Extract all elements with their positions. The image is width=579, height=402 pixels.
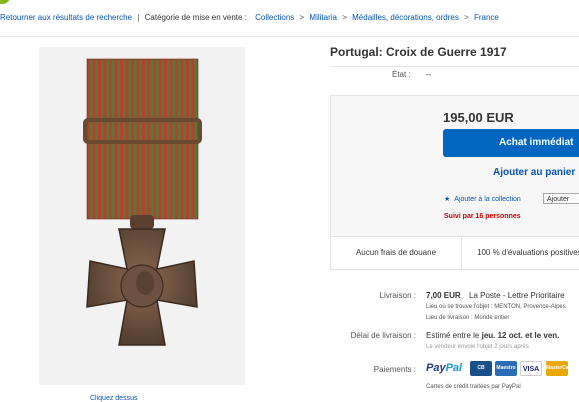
breadcrumb-item-france[interactable]: France [474, 13, 499, 22]
delivery-estimate-prefix: Estimé entre le [426, 331, 480, 340]
category-label: Catégorie de mise en vente : [144, 13, 247, 22]
payments-label: Paiements : [373, 365, 416, 374]
medal-image [39, 47, 245, 385]
product-photo[interactable] [39, 47, 245, 385]
chevron-separator: > [464, 13, 469, 22]
breadcrumb-separator: | [137, 13, 140, 22]
ribbon [87, 59, 198, 219]
back-to-results-link[interactable]: Retourner aux résultats de recherche [0, 13, 132, 22]
shipping-method: La Poste - Lettre Prioritaire [469, 291, 565, 300]
breadcrumb-item-medals[interactable]: Médailles, décorations, ordres [352, 13, 459, 22]
followers-count: Suivi par 16 personnes [444, 213, 521, 220]
thumbnail-caption[interactable]: Cliquez dessus [90, 395, 137, 402]
buy-box: 195,00 EUR Achat immédiat Ajouter au pan… [330, 95, 579, 237]
chevron-separator: > [342, 13, 347, 22]
add-to-cart-button[interactable]: Ajouter au panier [443, 162, 579, 184]
condition-value: -- [426, 70, 432, 79]
delivery-note: Le vendeur envoie l'objet 2 jours après [426, 344, 529, 350]
divider [330, 66, 579, 67]
star-icon: ★ [444, 196, 451, 203]
info-bar: Aucun frais de douane 100 % d'évaluation… [330, 236, 579, 270]
shipping-label: Livraison : [379, 291, 416, 300]
paypal-note: Cartes de crédit traitées par PayPal [426, 384, 521, 390]
delivery-dates: jeu. 12 oct. et le ven. [481, 331, 560, 340]
ships-to: Lieu de livraison : Monde entier [426, 315, 510, 321]
page-title: Portugal: Croix de Guerre 1917 [330, 45, 507, 59]
customs-info: Aucun frais de douane [331, 236, 462, 269]
condition-label: État : [392, 70, 411, 79]
buy-now-button[interactable]: Achat immédiat [443, 129, 579, 157]
paypal-logo-part2: Pal [445, 362, 463, 374]
breadcrumb: Retourner aux résultats de recherche | C… [0, 13, 499, 22]
seller-feedback[interactable]: 100 % d'évaluations positives [477, 236, 579, 269]
shipping-cost: 7,00 EUR [426, 291, 461, 300]
price: 195,00 EUR [443, 110, 514, 125]
delivery-label: Délai de livraison : [350, 331, 416, 340]
mastercard-card-icon: MasterCard [546, 361, 574, 376]
breadcrumb-item-collections[interactable]: Collections [255, 13, 294, 22]
breadcrumb-item-militaria[interactable]: Militaria [309, 13, 337, 22]
item-location: Lieu où se trouve l'objet : MENTON, Prov… [426, 304, 566, 310]
cb-card-icon: CB [470, 361, 492, 376]
visa-card-icon: VISA [520, 361, 542, 376]
paypal-logo-part1: Pay [426, 362, 446, 374]
paypal-logo: PayPal [426, 362, 462, 374]
add-to-watchlist-link[interactable]: ★ Ajouter à la collection [444, 195, 521, 203]
watch-link-label: Ajouter à la collection [454, 196, 521, 203]
ebay-logo-fragment[interactable] [0, 0, 10, 4]
maestro-card-icon: Maestro [495, 361, 517, 376]
top-bar: Retourner aux résultats de recherche | C… [0, 0, 579, 37]
delivery-estimate: Estimé entre le jeu. 12 oct. et le ven. [426, 331, 559, 340]
chevron-separator: > [299, 13, 305, 22]
add-to-watchlist-button[interactable]: Ajouter [543, 193, 579, 204]
